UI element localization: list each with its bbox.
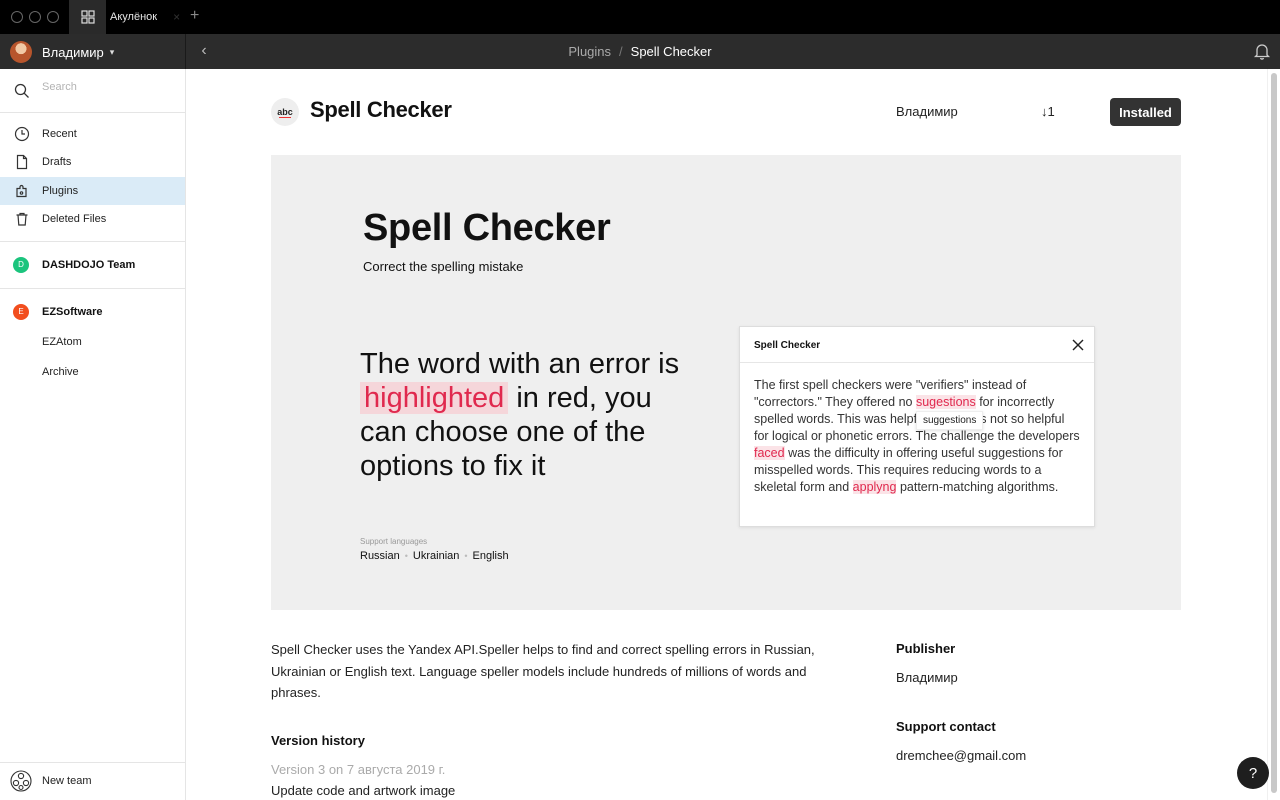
cover-title: Spell Checker xyxy=(363,207,611,249)
bell-icon[interactable] xyxy=(1253,42,1271,60)
toolbar: Владимир ▾ Plugins / Spell Checker ‹ xyxy=(0,34,1280,69)
version-history-heading: Version history xyxy=(271,733,365,748)
sidebar-item-label: Deleted Files xyxy=(42,213,107,225)
panel-title: Spell Checker xyxy=(754,340,821,351)
plugin-author-link[interactable]: Владимир xyxy=(896,104,958,119)
spellchecker-panel-preview: Spell Checker The first spell checkers w… xyxy=(739,326,1095,527)
breadcrumb-separator: / xyxy=(619,44,623,59)
suggestion-tooltip: suggestions xyxy=(916,411,984,430)
cover-desc-highlight: highlighted xyxy=(360,382,509,414)
chevron-down-icon: ▾ xyxy=(109,46,115,57)
install-count: ↓1 xyxy=(1041,104,1055,119)
user-name: Владимир xyxy=(42,44,104,60)
panel-header: Spell Checker xyxy=(740,327,1094,363)
languages-list: Russian • Ukrainian • English xyxy=(360,550,509,562)
title-bar: Акулёнок × + xyxy=(0,0,1280,34)
scrollbar-thumb[interactable] xyxy=(1271,73,1277,793)
home-tab[interactable] xyxy=(69,0,106,34)
installed-button[interactable]: Installed xyxy=(1110,98,1181,126)
trash-icon xyxy=(16,212,28,226)
publisher-value[interactable]: Владимир xyxy=(896,670,958,685)
sidebar-item-deleted-files[interactable]: Deleted Files xyxy=(0,205,185,233)
plugin-icon xyxy=(16,184,27,198)
cover-subtitle: Correct the spelling mistake xyxy=(363,259,524,274)
breadcrumb-plugins[interactable]: Plugins xyxy=(568,44,611,59)
divider xyxy=(0,241,185,242)
logo-underline xyxy=(279,117,291,118)
page-title: Spell Checker xyxy=(310,97,452,122)
divider xyxy=(0,288,185,289)
sidebar-team-ezsoftware[interactable]: E EZSoftware xyxy=(0,298,185,326)
close-tab-icon[interactable]: × xyxy=(173,10,180,24)
user-menu[interactable]: Владимир ▾ xyxy=(10,40,114,64)
search-icon xyxy=(14,83,29,98)
back-button[interactable]: ‹ xyxy=(196,42,212,60)
version-note: Update code and artwork image xyxy=(271,783,456,798)
breadcrumb-current: Spell Checker xyxy=(630,44,712,59)
breadcrumb: Plugins / Spell Checker xyxy=(0,34,1280,69)
panel-text: The first spell checkers were "verifiers… xyxy=(754,377,1080,496)
plugin-description: Spell Checker uses the Yandex API.Spelle… xyxy=(271,642,815,700)
team-icon xyxy=(10,770,32,792)
team-label: EZSoftware xyxy=(42,306,103,318)
sidebar-item-drafts[interactable]: Drafts xyxy=(0,148,185,176)
search-input[interactable] xyxy=(42,81,172,93)
sidebar-item-label: Drafts xyxy=(42,156,72,168)
sidebar-item-label: Plugins xyxy=(42,185,79,197)
new-team-button[interactable]: New team xyxy=(0,762,185,800)
maximize-window-button[interactable] xyxy=(47,11,59,23)
support-contact-email[interactable]: dremchee@gmail.com xyxy=(896,748,1026,763)
misspelled-word: applyng xyxy=(852,480,897,494)
sidebar-project-archive[interactable]: Archive xyxy=(42,366,79,378)
languages-caption: Support languages xyxy=(360,537,428,546)
publisher-label: Publisher xyxy=(896,641,956,656)
cover-desc-part: The word with an error is xyxy=(360,348,680,380)
support-contact-label: Support contact xyxy=(896,719,996,734)
plugin-logo: abc xyxy=(271,98,299,126)
misspelled-word: sugestions xyxy=(915,395,976,409)
new-team-label: New team xyxy=(42,775,92,787)
language-separator: • xyxy=(404,551,408,561)
divider xyxy=(185,34,186,69)
close-window-button[interactable] xyxy=(11,11,23,23)
sidebar: Recent Drafts Plugins Deleted Files D DA… xyxy=(0,69,186,800)
grid-icon xyxy=(80,10,95,24)
language-item: Russian xyxy=(360,550,400,562)
close-icon xyxy=(1072,339,1084,351)
clock-icon xyxy=(14,126,30,142)
sidebar-team-dashdojo[interactable]: D DASHDOJO Team xyxy=(0,251,185,279)
sidebar-item-plugins[interactable]: Plugins xyxy=(0,177,185,205)
document-tab[interactable]: Акулёнок × xyxy=(110,0,180,34)
document-tab-label: Акулёнок xyxy=(110,11,158,23)
plugin-logo-text: abc xyxy=(277,107,293,117)
avatar xyxy=(10,41,32,63)
team-label: DASHDOJO Team xyxy=(42,259,136,271)
minimize-window-button[interactable] xyxy=(29,11,41,23)
language-item: English xyxy=(472,550,509,562)
sidebar-project-ezatom[interactable]: EZAtom xyxy=(42,336,82,348)
scrollbar[interactable] xyxy=(1267,69,1280,800)
file-icon xyxy=(16,154,28,170)
version-entry: Version 3 on 7 августа 2019 г. xyxy=(271,762,446,777)
team-badge: D xyxy=(13,257,29,273)
cover-description: The word with an error is highlighted in… xyxy=(360,347,680,483)
new-tab-button[interactable]: + xyxy=(190,8,199,24)
language-separator: • xyxy=(464,551,468,561)
language-item: Ukrainian xyxy=(412,550,460,562)
sidebar-item-label: Recent xyxy=(42,128,77,140)
misspelled-word: faced xyxy=(754,446,785,460)
help-button[interactable]: ? xyxy=(1237,757,1269,789)
panel-text-part: pattern-matching algorithms. xyxy=(896,480,1059,494)
search-bar xyxy=(0,69,185,113)
plugin-cover-image: Spell Checker Correct the spelling mista… xyxy=(271,155,1181,610)
team-badge: E xyxy=(13,304,29,320)
sidebar-item-recent[interactable]: Recent xyxy=(0,120,185,148)
